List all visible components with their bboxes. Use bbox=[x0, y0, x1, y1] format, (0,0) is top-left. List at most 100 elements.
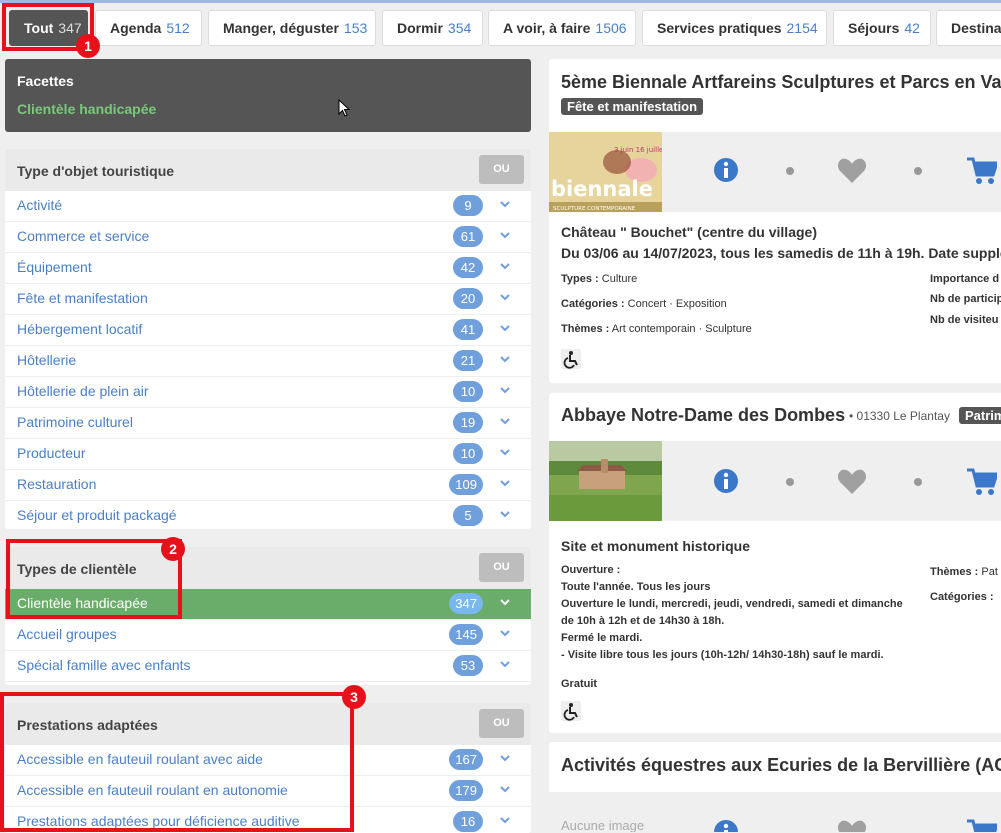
chevron-down-icon[interactable] bbox=[499, 322, 511, 334]
facet-item-label[interactable]: Spécial famille avec enfants bbox=[17, 657, 191, 673]
facet-item-label[interactable]: Fête et manifestation bbox=[17, 290, 148, 306]
annotation-box-2 bbox=[6, 539, 182, 619]
tab-manger[interactable]: Manger, déguster 153 bbox=[208, 10, 376, 46]
annotation-badge-1: 1 bbox=[76, 34, 100, 58]
facets-title: Facettes bbox=[17, 73, 74, 89]
types-label: Types : bbox=[561, 273, 599, 285]
chevron-down-icon[interactable] bbox=[499, 446, 511, 458]
active-facet-link[interactable]: Clientèle handicapée bbox=[17, 101, 156, 117]
tab-sejours[interactable]: Séjours 42 bbox=[833, 10, 931, 46]
result-thumbnail[interactable] bbox=[549, 441, 662, 521]
ou-toggle-button[interactable]: OU bbox=[479, 553, 524, 582]
chevron-down-icon[interactable] bbox=[499, 508, 511, 520]
heart-icon[interactable] bbox=[837, 468, 867, 495]
chevron-down-icon[interactable] bbox=[499, 477, 511, 489]
annotation-badge-3: 3 bbox=[342, 685, 366, 709]
categories-value: Concert · Exposition bbox=[627, 298, 727, 310]
result-title[interactable]: Abbaye Notre-Dame des Dombes bbox=[561, 405, 845, 426]
themes-line: Thèmes : Art contemporain · Sculpture bbox=[561, 323, 752, 335]
chevron-down-icon[interactable] bbox=[499, 658, 511, 670]
facet-list-item[interactable]: Activité 9 bbox=[5, 191, 531, 222]
facet-list-item[interactable]: Fête et manifestation 20 bbox=[5, 284, 531, 315]
result-place: Château " Bouchet" (centre du village) bbox=[561, 224, 817, 240]
panel-title: Type d'objet touristique bbox=[17, 163, 175, 179]
info-icon[interactable] bbox=[713, 468, 739, 494]
ou-toggle-button[interactable]: OU bbox=[479, 155, 524, 184]
result-thumbnail[interactable]: 3 juin 16 juillet 2023 biennale SCULPTUR… bbox=[549, 132, 662, 212]
facet-item-label[interactable]: Producteur bbox=[17, 445, 85, 461]
facet-list-item[interactable]: Séjour et produit packagé 5 bbox=[5, 501, 531, 529]
result-location: • 01330 Le Plantay bbox=[849, 409, 950, 423]
facet-list-item[interactable]: Patrimoine culturel 19 bbox=[5, 408, 531, 439]
facet-list-item[interactable]: Commerce et service 61 bbox=[5, 222, 531, 253]
chevron-down-icon[interactable] bbox=[499, 415, 511, 427]
result-title[interactable]: 5ème Biennale Artfareins Sculptures et P… bbox=[561, 72, 1001, 93]
tab-agenda[interactable]: Agenda 512 bbox=[95, 10, 202, 46]
chevron-down-icon[interactable] bbox=[499, 260, 511, 272]
tab-count: 354 bbox=[447, 20, 472, 36]
ouverture-text: Toute l'année. Tous les jours bbox=[561, 581, 711, 593]
facet-item-label[interactable]: Restauration bbox=[17, 476, 96, 492]
facet-item-label[interactable]: Accueil groupes bbox=[17, 626, 117, 642]
cart-icon[interactable] bbox=[967, 157, 997, 185]
ou-toggle-button[interactable]: OU bbox=[479, 709, 524, 738]
importance-label: Importance d bbox=[930, 273, 999, 285]
tab-dormir[interactable]: Dormir 354 bbox=[382, 10, 483, 46]
facet-item-label[interactable]: Activité bbox=[17, 197, 62, 213]
thumb-title-text: biennale bbox=[551, 177, 653, 201]
tab-label: A voir, à faire bbox=[503, 20, 591, 36]
wheelchair-icon bbox=[561, 701, 581, 721]
tab-destinations[interactable]: Destinat bbox=[936, 10, 1001, 46]
facet-item-label[interactable]: Patrimoine culturel bbox=[17, 414, 133, 430]
cart-icon[interactable] bbox=[967, 468, 997, 496]
facet-count-badge: 20 bbox=[453, 288, 483, 309]
result-title[interactable]: Activités équestres aux Ecuries de la Be… bbox=[561, 755, 1001, 776]
tab-services[interactable]: Services pratiques 2154 bbox=[642, 10, 827, 46]
ouverture-text: Fermé le mardi. bbox=[561, 632, 643, 644]
chevron-down-icon[interactable] bbox=[499, 596, 511, 608]
chevron-down-icon[interactable] bbox=[499, 783, 511, 795]
tab-label: Destinat bbox=[951, 20, 1001, 36]
facet-list-item[interactable]: Producteur 10 bbox=[5, 439, 531, 470]
facet-list-item[interactable]: Accueil groupes 145 bbox=[5, 620, 531, 651]
facet-item-label[interactable]: Équipement bbox=[17, 259, 92, 275]
facet-list-item[interactable]: Équipement 42 bbox=[5, 253, 531, 284]
chevron-down-icon[interactable] bbox=[499, 814, 511, 826]
separator-dot-icon bbox=[786, 478, 794, 486]
facet-list-item[interactable]: Hôtellerie 21 bbox=[5, 346, 531, 377]
facet-list-item[interactable]: Hébergement locatif 41 bbox=[5, 315, 531, 346]
facet-item-label[interactable]: Hébergement locatif bbox=[17, 321, 142, 337]
chevron-down-icon[interactable] bbox=[499, 198, 511, 210]
separator-dot-icon bbox=[786, 167, 794, 175]
facet-list-item[interactable]: Hôtellerie de plein air 10 bbox=[5, 377, 531, 408]
facet-item-label[interactable]: Hôtellerie de plein air bbox=[17, 383, 149, 399]
categories-line: Catégories : Concert · Exposition bbox=[561, 298, 727, 310]
facet-item-label[interactable]: Hôtellerie bbox=[17, 352, 76, 368]
info-icon[interactable] bbox=[713, 157, 739, 183]
chevron-down-icon[interactable] bbox=[499, 291, 511, 303]
facet-list-item[interactable]: Restauration 109 bbox=[5, 470, 531, 501]
facet-count-badge: 16 bbox=[453, 811, 483, 832]
result-card: 5ème Biennale Artfareins Sculptures et P… bbox=[549, 59, 1001, 383]
chevron-down-icon[interactable] bbox=[499, 229, 511, 241]
heart-icon[interactable] bbox=[837, 157, 867, 184]
panel-type-objet: Type d'objet touristique OU Activité 9 Com… bbox=[5, 149, 531, 529]
facet-item-label[interactable]: Séjour et produit packagé bbox=[17, 507, 177, 523]
chevron-down-icon[interactable] bbox=[499, 752, 511, 764]
facets-card: Facettes Clientèle handicapée bbox=[5, 59, 531, 132]
visitors-label: Nb de visiteu bbox=[930, 314, 998, 326]
ouverture-line: de 10h à 12h et de 14h30 à 18h. bbox=[561, 615, 724, 627]
thumb-bubble-text: 3 juin 16 juillet 2023 bbox=[614, 146, 662, 154]
facet-item-label[interactable]: Commerce et service bbox=[17, 228, 149, 244]
result-card: Activités équestres aux Ecuries de la Be… bbox=[549, 742, 1001, 832]
chevron-down-icon[interactable] bbox=[499, 627, 511, 639]
ouverture-line: Fermé le mardi. bbox=[561, 632, 642, 644]
ouverture-text: de 10h à 12h et de 14h30 à 18h. bbox=[561, 615, 725, 627]
tab-a-voir[interactable]: A voir, à faire 1506 bbox=[488, 10, 636, 46]
facet-list-item[interactable]: Spécial famille avec enfants 53 bbox=[5, 651, 531, 682]
types-value: Culture bbox=[601, 273, 638, 285]
tab-count: 2154 bbox=[786, 20, 818, 36]
tarif: Gratuit bbox=[561, 678, 597, 690]
chevron-down-icon[interactable] bbox=[499, 384, 511, 396]
chevron-down-icon[interactable] bbox=[499, 353, 511, 365]
